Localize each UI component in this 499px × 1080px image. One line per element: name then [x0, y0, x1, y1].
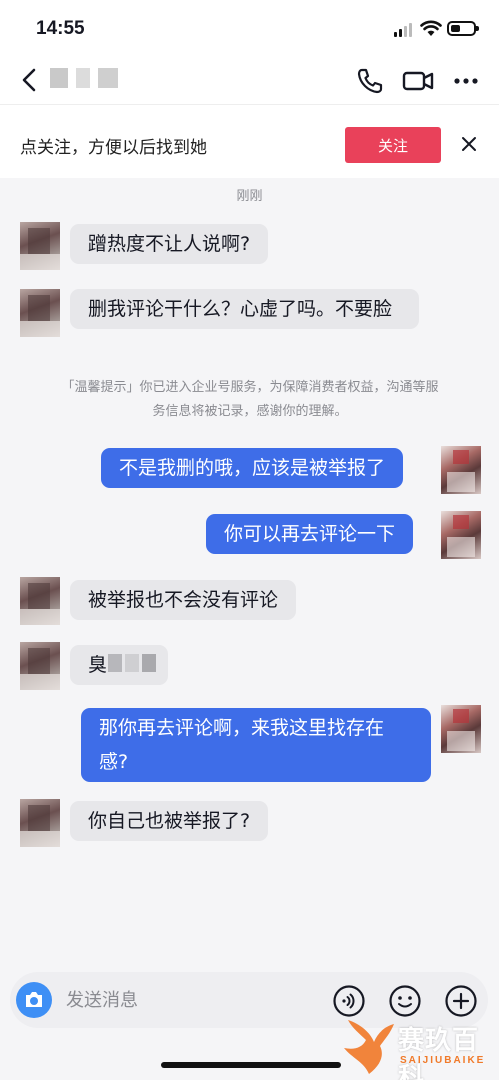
system-notice: 「温馨提示」你已进入企业号服务，为保障消费者权益，沟通等服务信息将被记录，感谢你…	[61, 380, 439, 419]
incoming-message[interactable]: 蹭热度不让人说啊?	[70, 224, 269, 264]
video-camera-icon[interactable]	[401, 66, 435, 96]
camera-button[interactable]	[16, 982, 52, 1018]
wifi-icon	[420, 20, 442, 36]
watermark: 赛玖百科 SAIJIUBAIKE	[342, 1016, 499, 1080]
message-input[interactable]	[66, 986, 316, 1014]
watermark-text-en: SAIJIUBAIKE	[400, 1055, 486, 1066]
close-icon[interactable]	[461, 136, 477, 152]
status-bar: 14:55	[0, 0, 499, 58]
voice-icon[interactable]	[332, 984, 366, 1018]
more-dots-icon[interactable]	[451, 66, 481, 96]
incoming-message[interactable]: 删我评论干什么？心虚了吗。不要脸	[70, 289, 419, 329]
contact-avatar[interactable]	[20, 799, 60, 847]
outgoing-message[interactable]: 不是我删的哦，应该是被举报了	[101, 448, 404, 488]
outgoing-message[interactable]: 那你再去评论啊，来我这里找存在感?	[81, 708, 431, 782]
contact-avatar[interactable]	[20, 577, 60, 625]
chevron-left-icon[interactable]	[16, 64, 46, 96]
follow-banner: 点关注，方便以后找到她 关注	[0, 104, 499, 178]
follow-button[interactable]: 关注	[345, 127, 441, 163]
home-indicator	[161, 1062, 341, 1068]
chat-header	[0, 58, 499, 104]
contact-avatar[interactable]	[20, 642, 60, 690]
fish-tail-logo-icon	[344, 1020, 394, 1074]
my-avatar[interactable]	[441, 705, 481, 753]
my-avatar[interactable]	[441, 511, 481, 559]
message-text: 臭	[88, 654, 108, 676]
cellular-signal-icon	[394, 23, 412, 37]
my-avatar[interactable]	[441, 446, 481, 494]
blurred-text	[108, 654, 156, 672]
incoming-message[interactable]: 被举报也不会没有评论	[70, 580, 297, 620]
contact-avatar[interactable]	[20, 222, 60, 270]
watermark-text-cn: 赛玖百科	[398, 1026, 480, 1080]
contact-avatar[interactable]	[20, 289, 60, 337]
incoming-message[interactable]: 你自己也被举报了?	[70, 801, 269, 841]
outgoing-message[interactable]: 你可以再去评论一下	[206, 514, 414, 554]
phone-icon[interactable]	[355, 66, 385, 96]
status-time: 14:55	[36, 18, 85, 39]
follow-prompt: 点关注，方便以后找到她	[20, 138, 207, 158]
emoji-icon[interactable]	[388, 984, 422, 1018]
battery-level	[451, 25, 460, 32]
battery-icon	[447, 21, 479, 36]
message-timestamp: 刚刚	[236, 189, 263, 204]
camera-icon	[26, 992, 42, 1007]
plus-icon[interactable]	[444, 984, 478, 1018]
contact-name-blurred	[50, 68, 118, 88]
